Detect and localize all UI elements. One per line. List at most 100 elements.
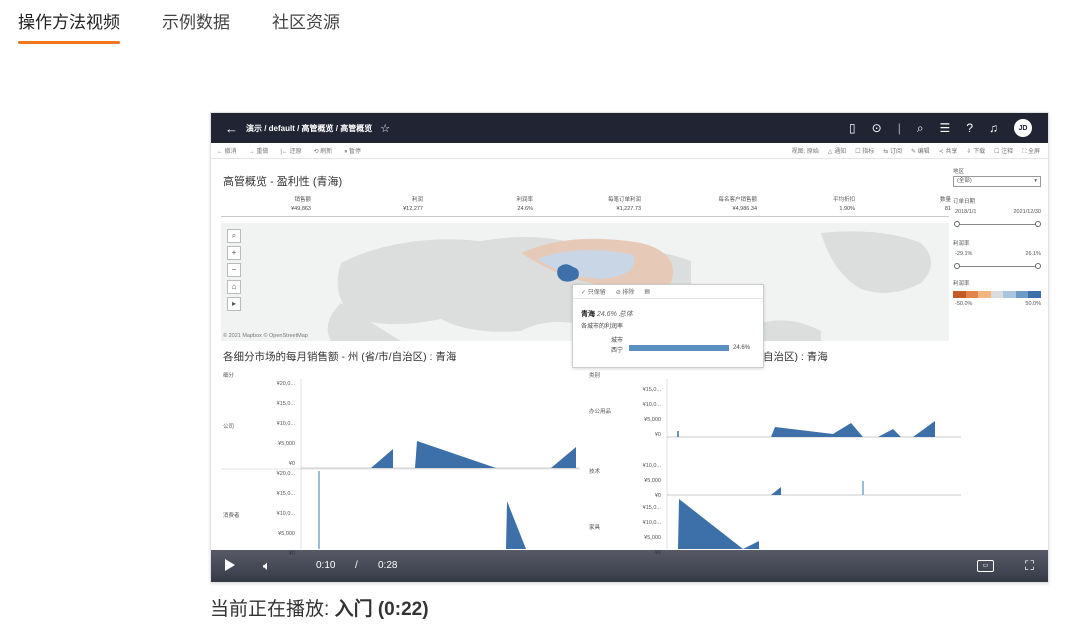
margin-min: -29.1% — [955, 251, 973, 257]
toolbar-right-item[interactable]: ⇆ 订阅 — [883, 146, 902, 156]
kpi-value: 1.90% — [839, 206, 855, 212]
watch-icon[interactable]: ⊙ — [872, 121, 882, 135]
axis-tick-label: ¥15,0... — [276, 401, 295, 407]
toolbar-right-item[interactable]: 视图: 原始 — [792, 146, 819, 156]
margin-filter-label: 利润率 — [953, 241, 970, 247]
axis-tick-label: ¥15,0... — [276, 491, 295, 497]
axis-tick-label: ¥0 — [654, 432, 661, 438]
date-slider-track[interactable] — [957, 224, 1039, 225]
keep-only-button[interactable]: ✓ 只保留 — [581, 287, 606, 296]
axis-tick-label: ¥15,0... — [642, 505, 661, 511]
axis-tick-label: ¥10,0... — [642, 463, 661, 469]
tooltip-col-header: 城市 — [611, 338, 624, 344]
zoom-out-icon[interactable]: − — [227, 263, 241, 277]
tab-how-to-videos[interactable]: 操作方法视频 — [18, 10, 120, 44]
current-time: 0:10 — [316, 560, 336, 571]
pan-arrow-icon[interactable]: ▸ — [227, 297, 241, 311]
view-data-icon[interactable]: ▤ — [644, 288, 650, 295]
duration: 0:28 — [378, 560, 398, 571]
color-max: 50.0% — [1025, 301, 1041, 307]
kpi-item: 利润率 24.6% — [443, 195, 533, 212]
kpi-item: 利润 ¥12,277 — [333, 195, 423, 212]
star-icon[interactable]: ☆ — [380, 122, 390, 135]
now-playing-title: 入门 (0:22) — [334, 599, 429, 620]
back-arrow-icon[interactable]: ← — [225, 121, 238, 136]
volume-icon[interactable]: 🔈︎ — [263, 558, 271, 574]
help-icon[interactable]: ? — [966, 121, 973, 135]
toolbar-right-item[interactable]: ✎ 编辑 — [911, 146, 930, 156]
color-min: -50.0% — [955, 301, 973, 307]
kpi-row: 销售额 ¥49,863 利润 ¥12,277 利润率 24.6% 每笔订单利润 ¥1,227.… — [221, 195, 951, 217]
margin-slider-track[interactable] — [957, 266, 1039, 267]
toolbar-left-item[interactable]: ← 撤消 — [217, 146, 237, 156]
segment-label-consumer: 消费者 — [223, 513, 240, 519]
toolbar-right-item[interactable]: ☐ 注释 — [994, 146, 1013, 156]
kpi-value: ¥1,227.73 — [616, 206, 641, 212]
axis-tick-label: ¥20,0... — [276, 381, 295, 387]
kpi-value: ¥12,277 — [403, 206, 423, 212]
tab-bar: 操作方法视频 示例数据 社区资源 — [18, 10, 340, 44]
axis-tick-label: ¥10,0... — [276, 421, 295, 427]
device-icon[interactable]: ▯ — [849, 121, 856, 135]
notes-icon[interactable]: ☰ — [940, 121, 951, 135]
exclude-button[interactable]: ⊘ 排除 — [616, 287, 635, 296]
kpi-label: 每笔订单利润 — [607, 197, 641, 203]
region-select[interactable]: (全部) ▾ — [953, 176, 1041, 187]
toolbar-right-item[interactable]: ☐ 指标 — [855, 146, 874, 156]
toolbar-right-item[interactable]: ≺ 共享 — [939, 146, 958, 156]
toolbar-left-item[interactable]: |← 还原 — [280, 146, 301, 156]
axis-tick-label: ¥5,000 — [644, 535, 661, 541]
category-label-furniture: 家具 — [589, 525, 601, 531]
home-icon[interactable]: ⌂ — [227, 280, 241, 294]
tooltip-actions: ✓ 只保留 ⊘ 排除 ▤ — [573, 285, 763, 299]
kpi-label: 平均折扣 — [832, 197, 855, 203]
axis-tick-label: ¥10,0... — [276, 511, 295, 517]
kpi-item: 数量 81 — [861, 195, 951, 212]
toolbar-right-item[interactable]: ⛶ 全屏 — [1022, 146, 1040, 156]
date-from: 2018/1/1 — [955, 209, 977, 215]
tooltip-bar — [629, 345, 729, 351]
margin-slider-knob-end[interactable] — [1035, 263, 1041, 269]
bell-icon[interactable]: ♫ — [989, 121, 998, 135]
kpi-label: 销售额 — [294, 197, 311, 203]
video-player[interactable]: ← 演示 / default / 高管概览 / 高管概览 ☆ ▯ ⊙ | ⌕ ☰… — [210, 112, 1049, 583]
region-select-value: (全部) — [957, 178, 972, 184]
map-search-icon[interactable]: ⌕ — [227, 229, 241, 243]
date-slider-knob-end[interactable] — [1035, 221, 1041, 227]
toolbar-left-item[interactable]: ⟲ 刷新 — [314, 146, 333, 156]
now-playing-prefix: 当前正在播放: — [210, 599, 330, 620]
captions-icon[interactable]: ▭ — [977, 560, 994, 572]
tab-community-resources[interactable]: 社区资源 — [272, 10, 340, 44]
kpi-item: 销售额 ¥49,863 — [221, 195, 311, 212]
zoom-in-icon[interactable]: + — [227, 246, 241, 260]
chevron-down-icon: ▾ — [1034, 178, 1037, 184]
toolbar-left-item[interactable]: → 重做 — [249, 146, 269, 156]
date-slider-knob-start[interactable] — [954, 221, 960, 227]
divider: | — [897, 121, 901, 135]
map-tooltip: ✓ 只保留 ⊘ 排除 ▤ 青海 24.6% 总体 各城市的利润率 城市 西宁 2… — [572, 284, 764, 368]
date-to: 2021/12/30 — [1013, 209, 1041, 215]
fullscreen-icon[interactable]: ⛶ — [1025, 558, 1034, 574]
tooltip-overall: 24.6% 总体 — [596, 311, 633, 318]
order-date-label: 订单日期 — [953, 199, 976, 205]
axis-tick-label: ¥5,000 — [278, 531, 295, 537]
kpi-value: 81 — [944, 206, 951, 212]
tab-sample-data[interactable]: 示例数据 — [162, 10, 230, 44]
right-chart-header: 类别 — [589, 373, 601, 379]
play-icon[interactable] — [225, 559, 235, 571]
toolbar-right-item[interactable]: △ 通知 — [828, 146, 846, 156]
left-chart-title: 各细分市场的每月销售额 - 州 (省/市/自治区) : 青海 — [223, 351, 457, 363]
left-chart-header: 细分 — [223, 373, 235, 379]
avatar[interactable]: JD — [1014, 119, 1032, 137]
search-icon[interactable]: ⌕ — [917, 121, 924, 136]
toolbar-left-item[interactable]: ⏸ 暂停 — [344, 146, 361, 156]
margin-slider-knob-start[interactable] — [954, 263, 960, 269]
category-label-tech: 技术 — [589, 469, 601, 475]
segment-label-corporate: 公司 — [223, 424, 235, 430]
color-ramp — [953, 291, 1042, 298]
toolbar-right-item[interactable]: ⇩ 下载 — [966, 146, 985, 156]
kpi-item: 每名客户销售额 ¥4,986.34 — [667, 195, 757, 212]
axis-tick-label: ¥5,000 — [278, 441, 295, 447]
axis-tick-label: ¥0 — [288, 461, 295, 467]
tooltip-subtitle: 各城市的利润率 — [581, 324, 624, 330]
